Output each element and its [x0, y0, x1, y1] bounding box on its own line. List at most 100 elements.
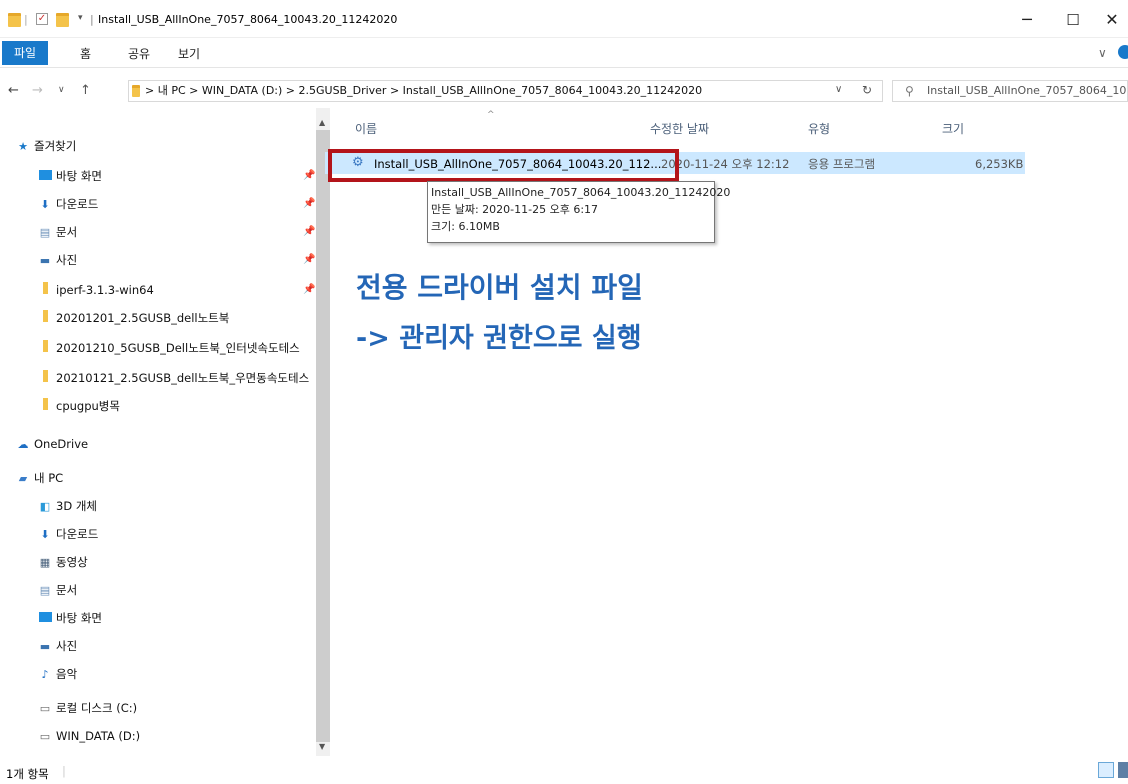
3d-objects-icon: ◧ [39, 500, 51, 513]
sidebar-item-label: 3D 개체 [56, 499, 97, 513]
sidebar-item-music[interactable]: ♪ 음악 [38, 662, 77, 686]
window-title: Install_USB_AllInOne_7057_8064_10043.20_… [98, 13, 398, 26]
sidebar-item-desktop[interactable]: 바탕 화면 [38, 164, 102, 188]
sidebar-item-folder[interactable]: iperf-3.1.3-win64 [38, 278, 154, 302]
sidebar-item-this-pc[interactable]: ▰ 내 PC [16, 466, 63, 490]
large-icons-view-icon[interactable] [1118, 762, 1128, 778]
close-button[interactable]: ✕ [1096, 6, 1128, 34]
separator: | [90, 13, 94, 26]
sidebar-item-folder[interactable]: 20210121_2.5GUSB_dell노트북_우면동속도테스 [38, 366, 316, 390]
sidebar-item-label: OneDrive [34, 437, 89, 451]
sidebar-item-folder[interactable]: 20201210_5GUSB_Dell노트북_인터넷속도테스 [38, 336, 316, 360]
sidebar-item-videos[interactable]: ▦ 동영상 [38, 550, 88, 574]
document-icon: ▤ [39, 226, 51, 239]
sidebar-item-onedrive[interactable]: ☁ OneDrive [16, 432, 89, 456]
sidebar-item-quick-access[interactable]: ★ 즐겨찾기 [16, 134, 76, 158]
pictures-icon: ▬ [39, 640, 51, 653]
download-icon: ⬇ [40, 528, 50, 541]
file-tooltip: Install_USB_AllInOne_7057_8064_10043.20_… [427, 181, 730, 243]
folder-icon [38, 367, 52, 390]
folder-icon [38, 337, 52, 360]
search-placeholder: Install_USB_AllInOne_7057_8064_100... [927, 84, 1128, 97]
scroll-up-icon[interactable]: ▲ [319, 118, 325, 127]
sidebar-item-label: 문서 [56, 225, 78, 239]
sidebar-item-pictures[interactable]: ▬ 사진 [38, 248, 77, 272]
sidebar-item-label: 다운로드 [56, 197, 99, 211]
forward-icon[interactable]: → [32, 83, 43, 98]
sidebar-item-label: 로컬 디스크 (C:) [56, 701, 138, 715]
sidebar-item-drive-d[interactable]: ▭ WIN_DATA (D:) [38, 724, 140, 748]
maximize-button[interactable]: ☐ [1050, 6, 1096, 34]
search-input[interactable]: ⚲ Install_USB_AllInOne_7057_8064_100... [892, 80, 1128, 102]
pin-icon[interactable]: 📌 [303, 254, 315, 265]
back-icon[interactable]: ← [8, 83, 19, 98]
music-icon: ♪ [41, 668, 49, 681]
column-header-date[interactable]: 수정한 날짜 [650, 120, 709, 137]
customize-toolbar-icon[interactable]: ▾ [78, 13, 83, 27]
cloud-icon: ☁ [17, 438, 29, 451]
sidebar-item-desktop[interactable]: 바탕 화면 [38, 606, 102, 630]
sidebar-item-documents[interactable]: ▤ 문서 [38, 220, 77, 244]
status-bar: 1개 항목 | [0, 758, 1128, 784]
column-header-size[interactable]: 크기 [942, 120, 964, 137]
address-dropdown-icon[interactable]: ∨ [835, 84, 842, 95]
sidebar-item-label: 바탕 화면 [56, 611, 102, 625]
sidebar-item-label: 20201201_2.5GUSB_dell노트북 [56, 311, 230, 325]
sidebar-item-label: 20210121_2.5GUSB_dell노트북_우면동속도테스 [56, 371, 310, 385]
properties-icon[interactable]: ✓ [36, 13, 48, 25]
tab-share[interactable]: 공유 [128, 44, 150, 64]
sidebar-scrollbar-thumb[interactable] [316, 130, 330, 742]
sidebar-item-label: 사진 [56, 253, 78, 267]
item-count: 1개 항목 [6, 767, 49, 781]
folder-icon [38, 395, 52, 419]
star-icon: ★ [18, 140, 28, 153]
sidebar-item-3d-objects[interactable]: ◧ 3D 개체 [38, 494, 97, 518]
annotation-subtitle: -> 관리자 권한으로 실행 [356, 323, 642, 354]
sidebar-item-label: 음악 [56, 667, 78, 681]
sidebar-item-drive-c[interactable]: ▭ 로컬 디스크 (C:) [38, 696, 137, 720]
up-icon[interactable]: ↑ [80, 83, 91, 98]
ribbon-tabs: 파일 홈 공유 보기 ∨ [0, 38, 1128, 68]
column-header-name[interactable]: 이름 [355, 120, 377, 137]
computer-icon: ▰ [18, 472, 28, 485]
pin-icon[interactable]: 📌 [303, 170, 315, 181]
pin-icon[interactable]: 📌 [303, 226, 315, 237]
sidebar-item-label: 바탕 화면 [56, 169, 102, 183]
sidebar-item-documents[interactable]: ▤ 문서 [38, 578, 77, 602]
refresh-icon[interactable]: ↻ [862, 83, 872, 97]
tab-view[interactable]: 보기 [178, 44, 200, 64]
folder-icon [8, 13, 21, 27]
folder-icon [38, 279, 52, 303]
scroll-down-icon[interactable]: ▼ [319, 742, 325, 751]
new-folder-icon[interactable] [56, 13, 69, 27]
recent-locations-icon[interactable]: ∨ [58, 85, 65, 95]
pin-icon[interactable]: 📌 [303, 284, 315, 295]
highlight-box [328, 149, 679, 182]
details-view-icon[interactable] [1098, 762, 1114, 778]
tooltip-line: 만든 날짜: 2020-11-25 오후 6:17 [431, 203, 599, 216]
drive-icon: ▭ [39, 730, 51, 743]
desktop-icon [38, 607, 52, 631]
sidebar-item-label: iperf-3.1.3-win64 [56, 283, 154, 297]
pin-icon[interactable]: 📌 [303, 198, 315, 209]
minimize-button[interactable]: ─ [1004, 6, 1050, 34]
sidebar-item-pictures[interactable]: ▬ 사진 [38, 634, 77, 658]
expand-ribbon-icon[interactable]: ∨ [1098, 46, 1107, 60]
sidebar-item-label: 20201210_5GUSB_Dell노트북_인터넷속도테스 [56, 341, 300, 355]
sidebar-item-downloads[interactable]: ⬇ 다운로드 [38, 192, 98, 216]
sidebar-item-folder[interactable]: 20201201_2.5GUSB_dell노트북 [38, 306, 229, 330]
tab-file[interactable]: 파일 [2, 41, 49, 65]
sidebar-item-label: 문서 [56, 583, 78, 597]
annotation-title: 전용 드라이버 설치 파일 [356, 271, 643, 304]
address-bar[interactable]: > 내 PC > WIN_DATA (D:) > 2.5GUSB_Driver … [128, 80, 883, 102]
sidebar-item-downloads[interactable]: ⬇ 다운로드 [38, 522, 98, 546]
column-header-type[interactable]: 유형 [808, 120, 830, 137]
sidebar-item-label: 내 PC [34, 471, 64, 485]
videos-icon: ▦ [39, 556, 51, 569]
sidebar-item-folder[interactable]: cpugpu병목 [38, 394, 120, 418]
help-icon[interactable] [1118, 45, 1128, 59]
sidebar-item-label: 사진 [56, 639, 78, 653]
tab-home[interactable]: 홈 [80, 44, 91, 64]
sidebar-item-label: cpugpu병목 [56, 399, 120, 413]
sort-indicator-icon: ^ [487, 110, 495, 120]
